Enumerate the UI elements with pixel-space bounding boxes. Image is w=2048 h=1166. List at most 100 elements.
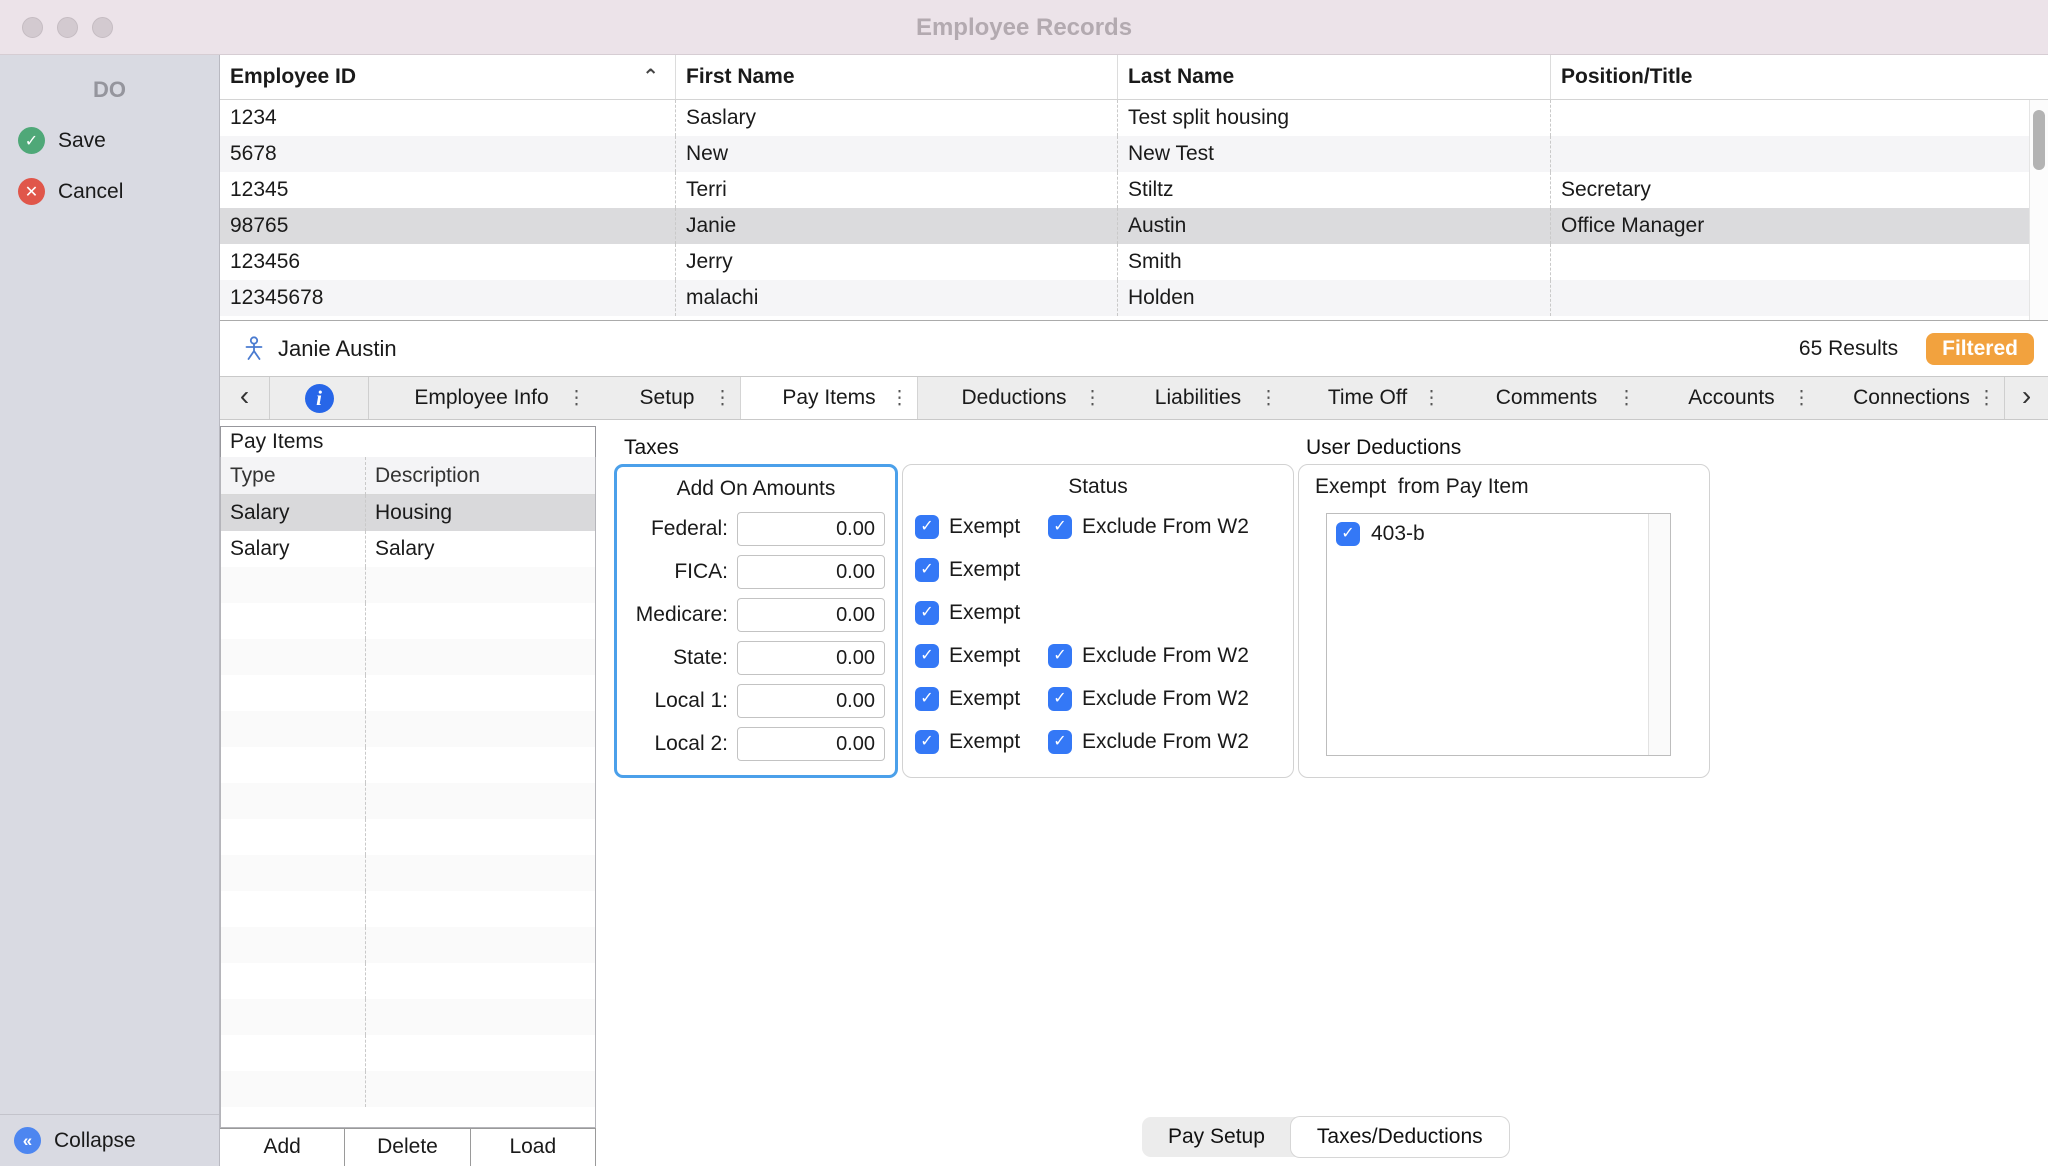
tab-comments[interactable]: Comments⋮ xyxy=(1449,377,1644,419)
bottom-segmented-control: Pay Setup Taxes/Deductions xyxy=(1142,1117,1509,1157)
table-row[interactable]: 5678NewNew Test xyxy=(220,136,2048,172)
minimize-window-button[interactable] xyxy=(57,17,78,38)
empty-row xyxy=(221,567,595,603)
load-button[interactable]: Load xyxy=(471,1129,596,1166)
empty-row xyxy=(221,1071,595,1107)
close-window-button[interactable] xyxy=(22,17,43,38)
fica-amount-input[interactable]: 0.00 xyxy=(737,555,885,589)
empty-row xyxy=(221,675,595,711)
column-header-first-name[interactable]: First Name xyxy=(676,55,1118,99)
column-header-position-title[interactable]: Position/Title xyxy=(1551,55,2048,99)
employee-table-header: Employee ID⌃ First Name Last Name Positi… xyxy=(220,55,2048,100)
pay-items-table-header: Type Description xyxy=(221,457,595,495)
zoom-window-button[interactable] xyxy=(92,17,113,38)
pay-items-content: Pay Items Type Description SalaryHousing… xyxy=(220,420,2048,1166)
collapse-button[interactable]: « Collapse xyxy=(0,1127,136,1154)
scrollbar-thumb[interactable] xyxy=(2033,110,2045,170)
exempt-from-pay-item-title: Exempt from Pay Item xyxy=(1299,465,1709,499)
federal-amount-input[interactable]: 0.00 xyxy=(737,512,885,546)
pay-items-panel: Pay Items Type Description SalaryHousing… xyxy=(220,420,596,1166)
cancel-label: Cancel xyxy=(58,180,123,204)
tab-pay-items[interactable]: Pay Items⋮ xyxy=(740,377,918,419)
tab-menu-dots-icon[interactable]: ⋮ xyxy=(1422,387,1441,410)
state-exempt-checkbox[interactable]: ✓ xyxy=(915,644,939,668)
medicare-exempt-checkbox[interactable]: ✓ xyxy=(915,601,939,625)
table-row[interactable]: 12345678malachiHolden xyxy=(220,280,2048,316)
add-button[interactable]: Add xyxy=(220,1129,345,1166)
list-scrollbar[interactable] xyxy=(1648,514,1670,755)
filtered-badge[interactable]: Filtered xyxy=(1926,333,2034,365)
tab-menu-dots-icon[interactable]: ⋮ xyxy=(890,387,909,410)
cancel-button[interactable]: ✕ Cancel xyxy=(0,178,219,205)
empty-row xyxy=(221,999,595,1035)
column-header-type[interactable]: Type xyxy=(221,457,366,495)
tab-time-off[interactable]: Time Off⋮ xyxy=(1286,377,1449,419)
tab-info[interactable]: i xyxy=(270,377,369,419)
federal-exempt-checkbox[interactable]: ✓ xyxy=(915,515,939,539)
delete-button[interactable]: Delete xyxy=(345,1129,470,1166)
sort-ascending-icon[interactable]: ⌃ xyxy=(642,55,659,99)
local2-exclude-w2-checkbox[interactable]: ✓ xyxy=(1048,730,1072,754)
local1-amount-input[interactable]: 0.00 xyxy=(737,684,885,718)
local2-amount-input[interactable]: 0.00 xyxy=(737,727,885,761)
tabs-scroll-left-button[interactable]: ‹ xyxy=(220,377,270,419)
table-row[interactable]: 1234SaslaryTest split housing xyxy=(220,100,2048,136)
tab-setup[interactable]: Setup⋮ xyxy=(594,377,740,419)
list-item-403b[interactable]: ✓ 403-b xyxy=(1327,514,1670,546)
cancel-cross-icon: ✕ xyxy=(18,178,45,205)
pay-items-table: Type Description SalaryHousing SalarySal… xyxy=(220,457,596,1128)
fica-exempt-checkbox[interactable]: ✓ xyxy=(915,558,939,582)
empty-row xyxy=(221,639,595,675)
pay-item-row[interactable]: SalarySalary xyxy=(221,531,595,567)
403b-checkbox[interactable]: ✓ xyxy=(1336,522,1360,546)
tab-menu-dots-icon[interactable]: ⋮ xyxy=(1977,387,1996,410)
tab-menu-dots-icon[interactable]: ⋮ xyxy=(1617,387,1636,410)
local1-exempt-checkbox[interactable]: ✓ xyxy=(915,687,939,711)
empty-row xyxy=(221,747,595,783)
traffic-lights xyxy=(22,17,113,38)
tab-accounts[interactable]: Accounts⋮ xyxy=(1644,377,1819,419)
tab-menu-dots-icon[interactable]: ⋮ xyxy=(1083,387,1102,410)
save-button[interactable]: ✓ Save xyxy=(0,127,219,154)
table-scrollbar[interactable] xyxy=(2029,100,2048,320)
tab-menu-dots-icon[interactable]: ⋮ xyxy=(713,387,732,410)
federal-exclude-w2-checkbox[interactable]: ✓ xyxy=(1048,515,1072,539)
exempt-pay-item-list[interactable]: ✓ 403-b xyxy=(1326,513,1671,756)
empty-row xyxy=(221,855,595,891)
tab-menu-dots-icon[interactable]: ⋮ xyxy=(1259,387,1278,410)
tab-liabilities[interactable]: Liabilities⋮ xyxy=(1110,377,1286,419)
pay-item-row-selected[interactable]: SalaryHousing xyxy=(221,495,595,531)
status-group: Status ✓ Exempt ✓ Exclude From W2 ✓ Exem… xyxy=(902,464,1294,778)
tab-bar: ‹ i Employee Info⋮ Setup⋮ Pay Items⋮ Ded… xyxy=(220,376,2048,420)
empty-row xyxy=(221,891,595,927)
local1-exclude-w2-checkbox[interactable]: ✓ xyxy=(1048,687,1072,711)
save-label: Save xyxy=(58,129,106,153)
table-row-selected[interactable]: 98765JanieAustinOffice Manager xyxy=(220,208,2048,244)
sidebar-footer: « Collapse xyxy=(0,1114,219,1166)
empty-row xyxy=(221,927,595,963)
column-header-description[interactable]: Description xyxy=(366,457,595,495)
column-header-last-name[interactable]: Last Name xyxy=(1118,55,1551,99)
local2-exempt-checkbox[interactable]: ✓ xyxy=(915,730,939,754)
tab-taxes-deductions[interactable]: Taxes/Deductions xyxy=(1291,1117,1509,1157)
save-check-icon: ✓ xyxy=(18,127,45,154)
tab-menu-dots-icon[interactable]: ⋮ xyxy=(567,387,586,410)
status-row-fica: ✓ Exempt xyxy=(903,548,1293,591)
table-row[interactable]: 123456JerrySmith xyxy=(220,244,2048,280)
tab-pay-setup[interactable]: Pay Setup xyxy=(1142,1117,1291,1157)
tab-menu-dots-icon[interactable]: ⋮ xyxy=(1792,387,1811,410)
tab-connections[interactable]: Connections⋮ xyxy=(1819,377,2004,419)
medicare-amount-input[interactable]: 0.00 xyxy=(737,598,885,632)
state-exclude-w2-checkbox[interactable]: ✓ xyxy=(1048,644,1072,668)
tab-deductions[interactable]: Deductions⋮ xyxy=(918,377,1110,419)
collapse-chevrons-icon: « xyxy=(14,1127,41,1154)
table-row[interactable]: 12345TerriStiltzSecretary xyxy=(220,172,2048,208)
state-amount-input[interactable]: 0.00 xyxy=(737,641,885,675)
tab-employee-info[interactable]: Employee Info⋮ xyxy=(369,377,594,419)
column-header-employee-id[interactable]: Employee ID⌃ xyxy=(220,55,676,99)
empty-row xyxy=(221,963,595,999)
tax-row-local1: Local 1: 0.00 xyxy=(617,679,895,722)
tabs-scroll-right-button[interactable]: › xyxy=(2004,377,2048,419)
sidebar-header: DO xyxy=(0,55,219,103)
pay-items-panel-title: Pay Items xyxy=(220,426,596,458)
